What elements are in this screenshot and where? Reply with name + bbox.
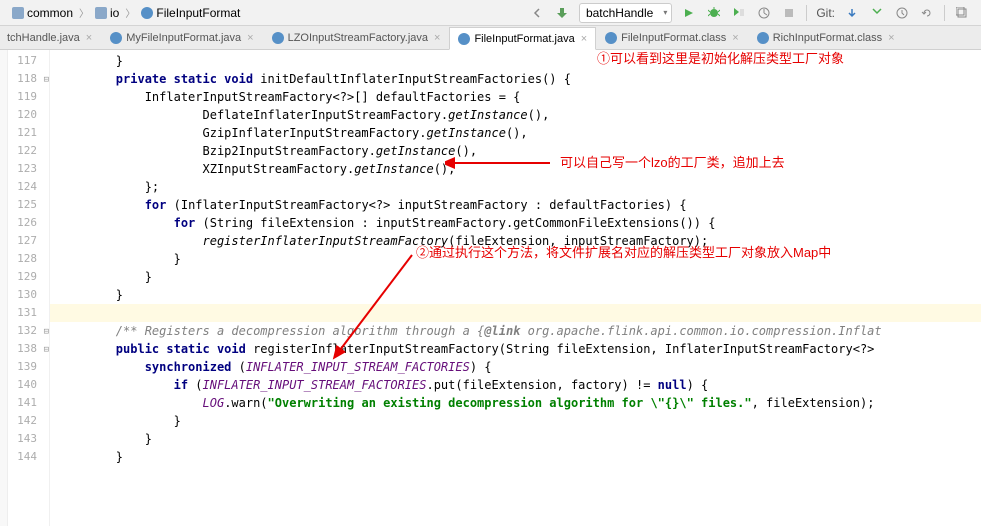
code-line: /** Registers a decompression algorithm …	[50, 322, 981, 340]
profile-button[interactable]	[753, 3, 775, 23]
folder-icon	[95, 7, 107, 19]
close-icon[interactable]: ×	[434, 32, 440, 44]
close-icon[interactable]: ×	[247, 32, 253, 44]
breadcrumb: common 〉 io 〉 FileInputFormat	[8, 5, 244, 21]
code-line: synchronized (INFLATER_INPUT_STREAM_FACT…	[50, 358, 981, 376]
run-coverage-button[interactable]	[728, 3, 750, 23]
close-icon[interactable]: ×	[581, 33, 587, 45]
class-icon	[458, 33, 470, 45]
breadcrumb-item-class[interactable]: FileInputFormat	[137, 5, 244, 21]
tab-fileinputformat-class[interactable]: FileInputFormat.class×	[596, 26, 748, 49]
folder-icon	[12, 7, 24, 19]
code-line: };	[50, 178, 981, 196]
breadcrumb-item-io[interactable]: io	[91, 5, 123, 21]
line-number[interactable]: 130	[8, 286, 49, 304]
line-number[interactable]: 118	[8, 70, 49, 88]
editor-area: 117 118 119 120 121 122 123 124 125 126 …	[0, 50, 981, 526]
run-config-select[interactable]: batchHandle	[579, 3, 672, 23]
git-commit-button[interactable]	[866, 3, 888, 23]
code-line: InflaterInputStreamFactory<?>[] defaultF…	[50, 88, 981, 106]
tab-fileinputformat-java[interactable]: FileInputFormat.java×	[449, 27, 596, 50]
line-number[interactable]: 127	[8, 232, 49, 250]
code-line: public static void registerInflaterInput…	[50, 340, 981, 358]
line-number[interactable]: 132	[8, 322, 49, 340]
search-everywhere-button[interactable]	[951, 3, 973, 23]
breakpoint-margin[interactable]	[0, 50, 8, 526]
line-number[interactable]: 141	[8, 394, 49, 412]
code-line: }	[50, 268, 981, 286]
line-number[interactable]: 124	[8, 178, 49, 196]
build-button[interactable]	[551, 3, 573, 23]
top-toolbar: common 〉 io 〉 FileInputFormat batchHandl…	[0, 0, 981, 26]
line-number[interactable]: 126	[8, 214, 49, 232]
line-number[interactable]: 144	[8, 448, 49, 466]
code-line: }	[50, 448, 981, 466]
debug-button[interactable]	[703, 3, 725, 23]
code-line: }	[50, 430, 981, 448]
line-number[interactable]: 123	[8, 160, 49, 178]
chevron-right-icon: 〉	[125, 5, 135, 20]
git-update-button[interactable]	[841, 3, 863, 23]
line-number[interactable]: 128	[8, 250, 49, 268]
class-icon	[141, 7, 153, 19]
tab-myfileinputformat[interactable]: MyFileInputFormat.java×	[101, 26, 262, 49]
line-number[interactable]: 129	[8, 268, 49, 286]
breadcrumb-item-common[interactable]: common	[8, 5, 77, 21]
editor-tabs: tchHandle.java× MyFileInputFormat.java× …	[0, 26, 981, 50]
tab-lzoinputstreamfactory[interactable]: LZOInputStreamFactory.java×	[263, 26, 450, 49]
stop-button[interactable]	[778, 3, 800, 23]
class-icon	[757, 32, 769, 44]
line-number[interactable]: 143	[8, 430, 49, 448]
code-line: for (InflaterInputStreamFactory<?> input…	[50, 196, 981, 214]
code-line: for (String fileExtension : inputStreamF…	[50, 214, 981, 232]
code-line: }	[50, 250, 981, 268]
line-number[interactable]: 122	[8, 142, 49, 160]
close-icon[interactable]: ×	[888, 32, 894, 44]
code-line: registerInflaterInputStreamFactory(fileE…	[50, 232, 981, 250]
back-button[interactable]	[526, 3, 548, 23]
line-number[interactable]: 125	[8, 196, 49, 214]
line-number[interactable]: 142	[8, 412, 49, 430]
code-line: }	[50, 412, 981, 430]
class-icon	[272, 32, 284, 44]
line-number[interactable]: 131	[8, 304, 49, 322]
chevron-right-icon: 〉	[79, 5, 89, 20]
line-number[interactable]: 121	[8, 124, 49, 142]
code-editor[interactable]: } private static void initDefaultInflate…	[50, 50, 981, 526]
line-number[interactable]: 120	[8, 106, 49, 124]
line-number[interactable]: 139	[8, 358, 49, 376]
line-number[interactable]: 140	[8, 376, 49, 394]
git-revert-button[interactable]	[916, 3, 938, 23]
tab-richinputformat-class[interactable]: RichInputFormat.class×	[748, 26, 904, 49]
class-icon	[605, 32, 617, 44]
line-number[interactable]: 138	[8, 340, 49, 358]
run-button[interactable]	[678, 3, 700, 23]
code-line: XZInputStreamFactory.getInstance(),	[50, 160, 981, 178]
code-line: DeflateInflaterInputStreamFactory.getIns…	[50, 106, 981, 124]
git-history-button[interactable]	[891, 3, 913, 23]
tab-tchhandle[interactable]: tchHandle.java×	[4, 26, 101, 49]
code-line: }	[50, 286, 981, 304]
code-line: GzipInflaterInputStreamFactory.getInstan…	[50, 124, 981, 142]
toolbar-right: batchHandle Git:	[526, 3, 973, 23]
code-line	[50, 304, 981, 322]
line-gutter: 117 118 119 120 121 122 123 124 125 126 …	[8, 50, 50, 526]
line-number[interactable]: 119	[8, 88, 49, 106]
line-number[interactable]: 117	[8, 52, 49, 70]
code-line: if (INFLATER_INPUT_STREAM_FACTORIES.put(…	[50, 376, 981, 394]
code-line: LOG.warn("Overwriting an existing decomp…	[50, 394, 981, 412]
close-icon[interactable]: ×	[86, 32, 92, 44]
class-icon	[110, 32, 122, 44]
code-line: }	[50, 52, 981, 70]
code-line: Bzip2InputStreamFactory.getInstance(),	[50, 142, 981, 160]
code-line: private static void initDefaultInflaterI…	[50, 70, 981, 88]
close-icon[interactable]: ×	[732, 32, 738, 44]
git-label: Git:	[813, 6, 838, 20]
